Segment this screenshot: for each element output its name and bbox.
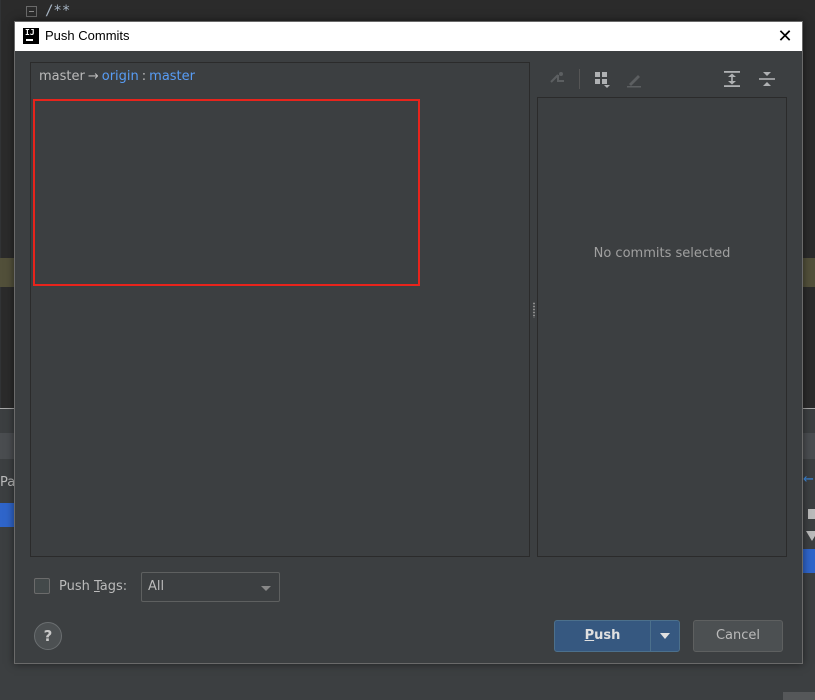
arrow-right-icon: → [87, 69, 99, 84]
push-commits-dialog: IJ Push Commits ✕ master → origin: master N… [14, 21, 803, 664]
cherry-pick-icon[interactable] [546, 67, 570, 91]
commit-details-panel: No commits selected [537, 97, 787, 557]
empty-details-text: No commits selected [593, 246, 731, 261]
commits-tree-panel: master → origin: master [30, 62, 530, 557]
splitter-handle[interactable] [532, 302, 536, 318]
selected-row-left [0, 503, 14, 527]
group-by-icon[interactable] [590, 67, 614, 91]
editor-code-line: /** [45, 3, 71, 19]
push-tags-selected-value: All [148, 579, 165, 594]
push-options-dropdown[interactable] [651, 621, 679, 651]
dialog-title: Push Commits [45, 28, 130, 43]
collapse-all-icon[interactable] [755, 67, 779, 91]
status-bar-fragment [783, 692, 815, 700]
remote-branch-link[interactable]: master [149, 69, 195, 84]
annotation-highlight-box [33, 99, 420, 286]
triangle-down-icon[interactable] [806, 531, 815, 541]
edit-icon[interactable] [622, 67, 646, 91]
push-tags-select[interactable]: All [141, 572, 280, 602]
branch-line: master → origin: master [39, 69, 195, 84]
selected-row-right [803, 549, 815, 573]
details-toolbar [542, 67, 792, 93]
push-button[interactable]: Push [555, 621, 650, 651]
expand-all-icon[interactable] [720, 67, 744, 91]
remote-separator: : [141, 69, 147, 84]
close-button[interactable]: ✕ [774, 25, 796, 47]
dialog-titlebar[interactable]: IJ Push Commits ✕ [15, 22, 802, 51]
intellij-logo-icon: IJ [23, 28, 39, 44]
toolbar-separator [579, 69, 580, 89]
push-label-rest: ush [594, 628, 621, 643]
remote-name[interactable]: origin [102, 69, 139, 84]
stop-icon[interactable] [808, 509, 815, 519]
push-tags-label-suffix: ags: [99, 579, 128, 594]
push-tags-label-prefix: Push [59, 579, 94, 594]
cancel-button[interactable]: Cancel [693, 620, 783, 652]
local-branch: master [39, 69, 85, 84]
editor-gutter [0, 0, 1, 408]
push-tags-checkbox[interactable] [34, 578, 50, 594]
arrow-left-icon[interactable]: ← [803, 472, 814, 487]
fold-marker-icon[interactable] [26, 6, 37, 17]
push-mnemonic: P [584, 628, 595, 643]
chevron-down-icon [261, 586, 271, 591]
help-button[interactable]: ? [34, 622, 62, 650]
push-split-button: Push [554, 620, 680, 652]
push-tags-label[interactable]: Push Tags: [59, 579, 127, 594]
